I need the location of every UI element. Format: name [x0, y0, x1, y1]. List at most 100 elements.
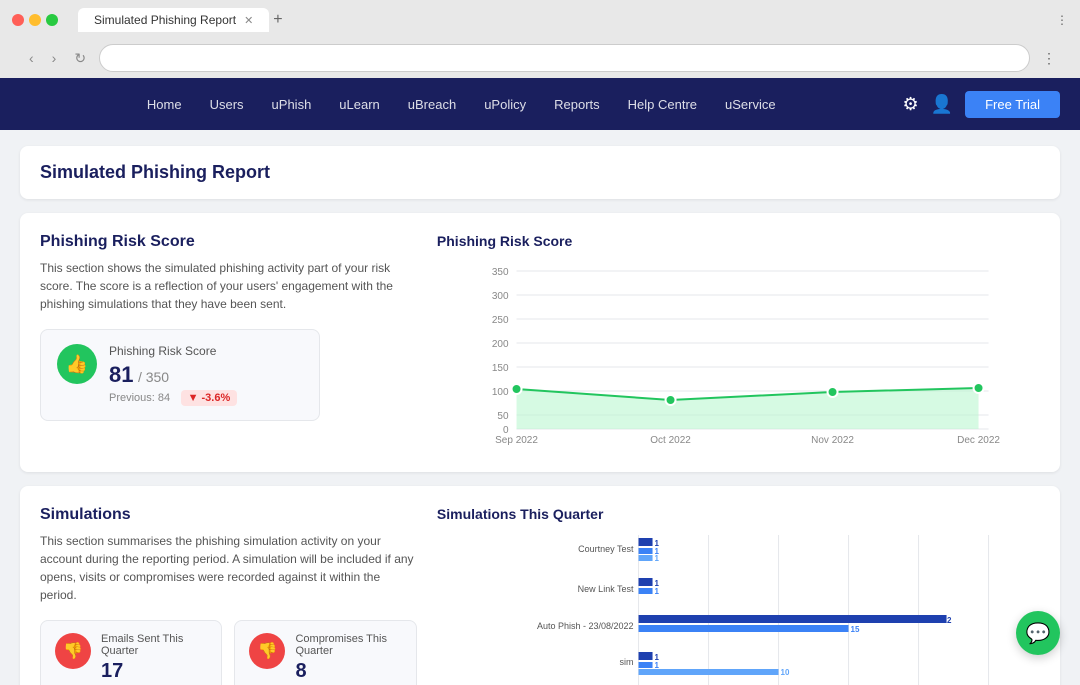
nav-ulearn[interactable]: uLearn — [339, 97, 379, 112]
bar-courtney-sent — [638, 538, 652, 546]
bar-sim-comp — [638, 669, 778, 675]
simulations-desc: This section summarises the phishing sim… — [40, 532, 417, 604]
score-prev-row: Previous: 84 ▼ -3.6% — [109, 388, 237, 406]
phishing-risk-left: Phishing Risk Score This section shows t… — [40, 233, 417, 452]
browser-toolbar: ‹ › ↻ ⋮ — [12, 38, 1068, 78]
svg-text:sim: sim — [619, 657, 633, 667]
back-button[interactable]: ‹ — [24, 47, 39, 69]
bar-sim-sent — [638, 652, 652, 660]
chat-bubble[interactable]: 💬 — [1016, 611, 1060, 655]
svg-text:Oct 2022: Oct 2022 — [650, 435, 691, 446]
phishing-chart-area: Phishing Risk Score 350 300 250 200 150 … — [437, 233, 1040, 452]
svg-text:Dec 2022: Dec 2022 — [957, 435, 1000, 446]
simulations-bar-chart-container: 0 5 10 15 20 25 Courtney Test — [437, 530, 1040, 685]
nav-reports[interactable]: Reports — [554, 97, 600, 112]
score-details: Phishing Risk Score 81 / 350 Previous: 8… — [109, 344, 237, 406]
traffic-lights — [12, 14, 58, 26]
traffic-light-minimize[interactable] — [29, 14, 41, 26]
nav-icons: ⚙ 👤 Free Trial — [903, 91, 1060, 118]
score-icon: 👍 — [57, 344, 97, 384]
simulations-title: Simulations — [40, 506, 417, 524]
settings-icon[interactable]: ⚙ — [903, 94, 919, 115]
score-value: 81 — [109, 362, 133, 387]
svg-text:1: 1 — [654, 554, 659, 563]
page-title-card: Simulated Phishing Report — [20, 146, 1060, 199]
reload-button[interactable]: ↻ — [69, 47, 91, 70]
traffic-light-close[interactable] — [12, 14, 24, 26]
svg-text:50: 50 — [497, 411, 509, 422]
compromises-value: 8 — [295, 660, 401, 683]
bar-newlink-sent — [638, 578, 652, 586]
phishing-risk-grid: Phishing Risk Score This section shows t… — [40, 233, 1040, 452]
emails-icon: 👎 — [55, 633, 91, 669]
svg-text:150: 150 — [492, 363, 509, 374]
user-icon[interactable]: 👤 — [931, 94, 953, 115]
bar-autophish-opens — [638, 625, 848, 632]
phishing-chart-title: Phishing Risk Score — [437, 233, 1040, 249]
stat-widgets: 👎 Emails Sent This Quarter 17 Previous: … — [40, 620, 417, 685]
forward-button[interactable]: › — [47, 47, 62, 69]
chart-point-dec — [973, 383, 983, 393]
chart-point-sep — [511, 384, 521, 394]
svg-text:300: 300 — [492, 291, 509, 302]
page-title: Simulated Phishing Report — [40, 162, 1040, 183]
score-badge-value: -3.6% — [202, 392, 231, 404]
bar-autophish-sent — [638, 615, 946, 623]
svg-text:250: 250 — [492, 315, 509, 326]
emails-widget: 👎 Emails Sent This Quarter 17 Previous: … — [40, 620, 222, 685]
more-tabs-icon[interactable]: ⋮ — [1056, 13, 1068, 27]
score-prev: Previous: 84 — [109, 392, 170, 404]
score-label: Phishing Risk Score — [109, 344, 237, 358]
svg-text:350: 350 — [492, 267, 509, 278]
browser-menu-icon[interactable]: ⋮ — [1042, 50, 1056, 67]
bar-courtney-opens — [638, 548, 652, 554]
nav-uphish[interactable]: uPhish — [272, 97, 312, 112]
chart-point-oct — [665, 395, 675, 405]
main-content: Simulated Phishing Report Phishing Risk … — [0, 130, 1080, 685]
nav-ubreach[interactable]: uBreach — [408, 97, 456, 112]
simulations-chart-title: Simulations This Quarter — [437, 506, 1040, 522]
active-tab[interactable]: Simulated Phishing Report ✕ — [78, 8, 269, 32]
svg-text:15: 15 — [850, 625, 859, 634]
bar-sim-opens — [638, 662, 652, 668]
svg-text:Courtney Test: Courtney Test — [578, 544, 634, 554]
compromises-details: Compromises This Quarter 8 Previous: 0 ▲… — [295, 633, 401, 685]
score-value-row: 81 / 350 — [109, 362, 237, 388]
nav-upolicy[interactable]: uPolicy — [484, 97, 526, 112]
compromises-label: Compromises This Quarter — [295, 633, 401, 657]
phishing-risk-title: Phishing Risk Score — [40, 233, 417, 251]
nav-help-centre[interactable]: Help Centre — [628, 97, 697, 112]
new-tab-button[interactable]: + — [273, 11, 282, 29]
phishing-chart-container: 350 300 250 200 150 100 50 0 — [437, 257, 1040, 452]
simulations-bar-chart: 0 5 10 15 20 25 Courtney Test — [437, 530, 1040, 685]
nav-uservice[interactable]: uService — [725, 97, 776, 112]
phishing-risk-desc: This section shows the simulated phishin… — [40, 259, 417, 313]
nav-home[interactable]: Home — [147, 97, 182, 112]
action-button[interactable]: Free Trial — [965, 91, 1060, 118]
traffic-light-fullscreen[interactable] — [46, 14, 58, 26]
bar-courtney-comp — [638, 555, 652, 561]
tab-close-icon[interactable]: ✕ — [244, 14, 253, 27]
address-bar[interactable] — [99, 44, 1030, 72]
nav-users[interactable]: Users — [210, 97, 244, 112]
svg-text:10: 10 — [780, 668, 789, 677]
compromises-icon: 👎 — [249, 633, 285, 669]
browser-chrome: Simulated Phishing Report ✕ + ⋮ ‹ › ↻ ⋮ — [0, 0, 1080, 78]
svg-text:Nov 2022: Nov 2022 — [811, 435, 854, 446]
svg-text:1: 1 — [654, 661, 659, 670]
tab-bar: Simulated Phishing Report ✕ + — [78, 8, 283, 32]
svg-text:New Link Test: New Link Test — [578, 584, 634, 594]
emails-value: 17 — [101, 660, 207, 683]
svg-text:1: 1 — [654, 587, 659, 596]
simulations-grid: Simulations This section summarises the … — [40, 506, 1040, 685]
browser-titlebar: Simulated Phishing Report ✕ + ⋮ — [12, 8, 1068, 32]
chart-point-nov — [827, 387, 837, 397]
app-nav: Home Users uPhish uLearn uBreach uPolicy… — [0, 78, 1080, 130]
svg-text:Auto Phish - 23/08/2022: Auto Phish - 23/08/2022 — [537, 621, 634, 631]
emails-details: Emails Sent This Quarter 17 Previous: 25… — [101, 633, 207, 685]
score-widget: 👍 Phishing Risk Score 81 / 350 Previous:… — [40, 329, 320, 421]
svg-text:100: 100 — [492, 387, 509, 398]
simulations-section: Simulations This section summarises the … — [20, 486, 1060, 685]
score-badge-arrow: ▼ — [188, 392, 199, 404]
simulations-left: Simulations This section summarises the … — [40, 506, 417, 685]
